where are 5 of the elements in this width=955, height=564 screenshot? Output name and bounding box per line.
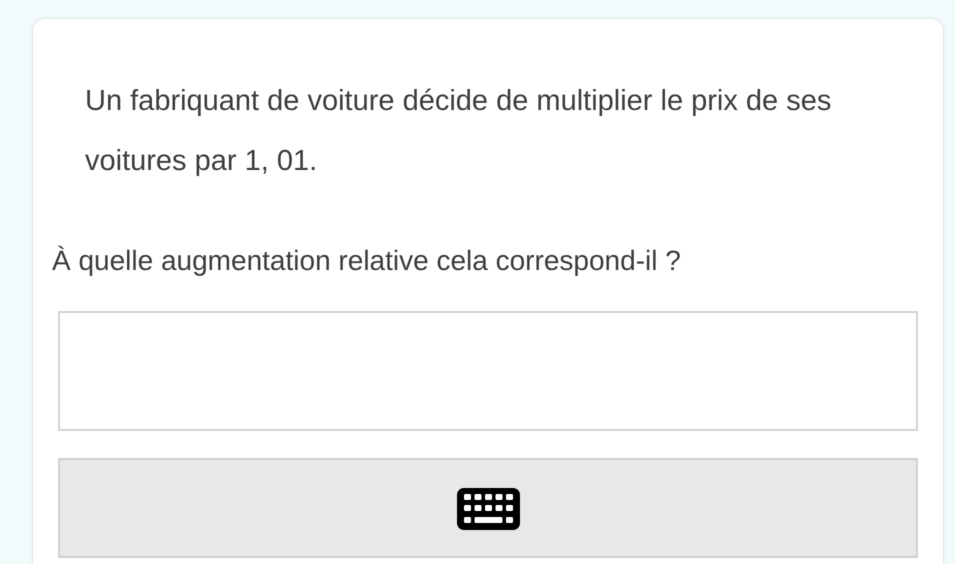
keyboard-icon bbox=[456, 488, 520, 530]
question-text: Un fabriquant de voiture décide de multiplier le prix de ses voitures par 1, 01. bbox=[84, 84, 832, 179]
keyboard-toggle[interactable] bbox=[58, 458, 918, 558]
question-prompt: À quelle augmentation relative cela correspond-il ? bbox=[52, 244, 682, 278]
answer-field[interactable] bbox=[58, 311, 918, 431]
